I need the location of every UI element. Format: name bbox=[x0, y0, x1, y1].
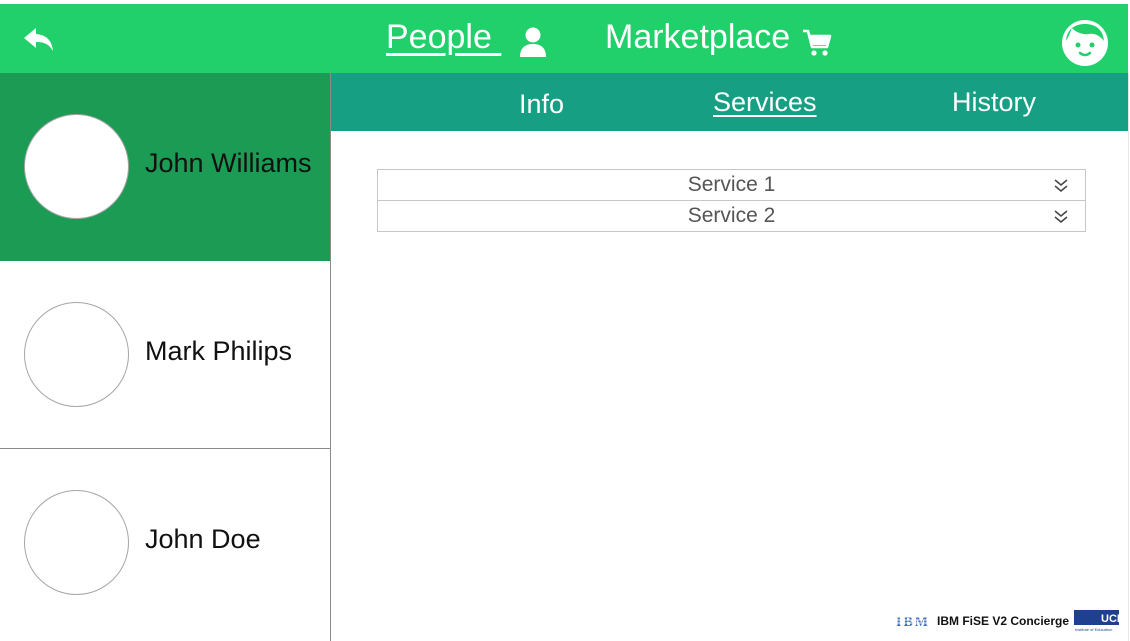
ucl-logo: UCL Institute of Education bbox=[1074, 610, 1119, 632]
service-title: Service 2 bbox=[687, 204, 776, 227]
top-nav-bar: People Marketplace bbox=[0, 4, 1128, 73]
service-title: Service 1 bbox=[687, 173, 776, 196]
svg-text:UCL: UCL bbox=[1101, 613, 1119, 625]
content-right-border bbox=[1128, 73, 1129, 641]
svg-text:Institute of Education: Institute of Education bbox=[1075, 627, 1112, 632]
tab-history[interactable]: History bbox=[952, 87, 1036, 118]
avatar bbox=[24, 302, 129, 407]
back-arrow-icon[interactable] bbox=[22, 24, 56, 54]
avatar bbox=[24, 490, 129, 595]
tab-info[interactable]: Info bbox=[519, 89, 564, 120]
person-icon bbox=[520, 27, 546, 57]
person-name: John Doe bbox=[145, 524, 261, 554]
service-row-2[interactable]: Service 2 bbox=[377, 200, 1086, 232]
detail-tab-bar: Info Services History bbox=[331, 73, 1128, 131]
tab-services[interactable]: Services bbox=[713, 87, 817, 118]
nav-people-link[interactable]: People bbox=[386, 18, 501, 57]
person-card-john-doe[interactable]: John Doe bbox=[0, 449, 330, 637]
people-sidebar: John Williams Mark Philips John Doe bbox=[0, 73, 331, 641]
ibm-logo: IBM bbox=[896, 615, 929, 629]
services-accordion: Service 1 Service 2 bbox=[377, 169, 1086, 232]
service-row-1[interactable]: Service 1 bbox=[377, 169, 1086, 201]
double-chevron-down-icon bbox=[1054, 210, 1068, 223]
avatar bbox=[24, 114, 129, 219]
face-avatar-icon[interactable] bbox=[1061, 19, 1109, 67]
person-card-john-williams[interactable]: John Williams bbox=[0, 73, 330, 261]
person-card-mark-philips[interactable]: Mark Philips bbox=[0, 261, 330, 449]
footer-branding: IBM IBM FiSE V2 Concierge UCL Institute … bbox=[896, 610, 1120, 634]
cart-icon bbox=[803, 29, 832, 56]
app-brand-text: IBM FiSE V2 Concierge bbox=[937, 614, 1070, 628]
person-name: Mark Philips bbox=[145, 336, 293, 366]
nav-marketplace-link[interactable]: Marketplace bbox=[605, 18, 790, 57]
double-chevron-down-icon bbox=[1054, 179, 1068, 192]
person-name: John Williams bbox=[145, 148, 312, 178]
